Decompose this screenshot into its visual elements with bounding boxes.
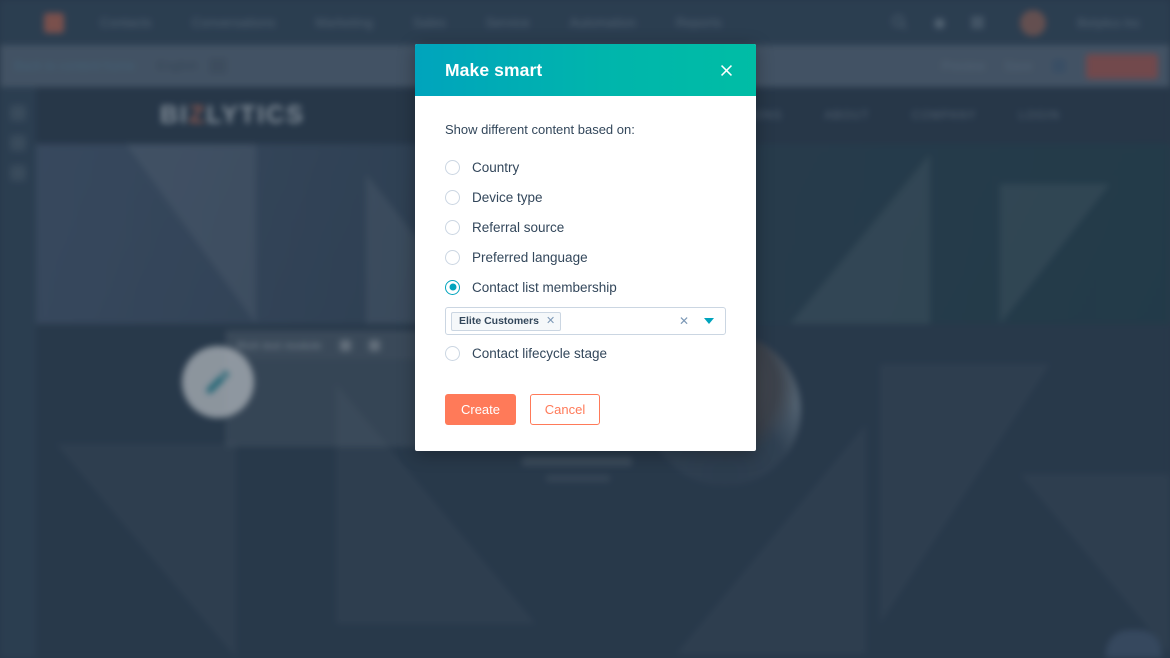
- radio-option-country[interactable]: Country: [445, 152, 726, 182]
- make-smart-modal: Make smart Show different content based …: [415, 44, 756, 451]
- radio-option-contact-list-membership[interactable]: Contact list membership: [445, 272, 726, 302]
- cancel-button[interactable]: Cancel: [530, 394, 600, 425]
- modal-header: Make smart: [415, 44, 756, 96]
- radio-button-icon[interactable]: [445, 159, 460, 175]
- radio-label: Referral source: [472, 219, 565, 235]
- radio-label: Contact lifecycle stage: [472, 345, 608, 361]
- screen-root: Contacts Conversations Marketing Sales S…: [0, 0, 1170, 658]
- radio-label: Device type: [472, 189, 543, 205]
- close-x-icon[interactable]: [714, 58, 738, 82]
- radio-option-referral-source[interactable]: Referral source: [445, 212, 726, 242]
- selected-list-chip: Elite Customers ✕: [451, 311, 562, 331]
- radio-button-icon[interactable]: [445, 189, 460, 205]
- modal-body: Show different content based on: Country…: [415, 96, 756, 451]
- modal-title: Make smart: [445, 59, 543, 80]
- modal-prompt: Show different content based on:: [445, 122, 635, 137]
- radio-option-contact-lifecycle-stage[interactable]: Contact lifecycle stage: [445, 338, 726, 368]
- radio-label: Preferred language: [472, 249, 588, 265]
- radio-label: Country: [472, 159, 520, 175]
- modal-actions: Create Cancel: [445, 394, 726, 425]
- radio-button-icon[interactable]: [445, 249, 460, 265]
- radio-button-icon[interactable]: [445, 219, 460, 235]
- radio-label: Contact list membership: [472, 279, 617, 295]
- contact-list-select[interactable]: Elite Customers ✕ ✕: [445, 307, 726, 335]
- radio-option-preferred-language[interactable]: Preferred language: [445, 242, 726, 272]
- chip-label: Elite Customers: [459, 315, 539, 327]
- chip-remove-x-icon[interactable]: ✕: [546, 315, 555, 327]
- radio-option-device-type[interactable]: Device type: [445, 182, 726, 212]
- radio-button-icon[interactable]: [445, 345, 460, 361]
- chevron-down-icon[interactable]: [704, 318, 714, 324]
- radio-button-icon[interactable]: [445, 279, 460, 295]
- create-button[interactable]: Create: [445, 394, 516, 425]
- clear-x-icon[interactable]: ✕: [679, 315, 689, 327]
